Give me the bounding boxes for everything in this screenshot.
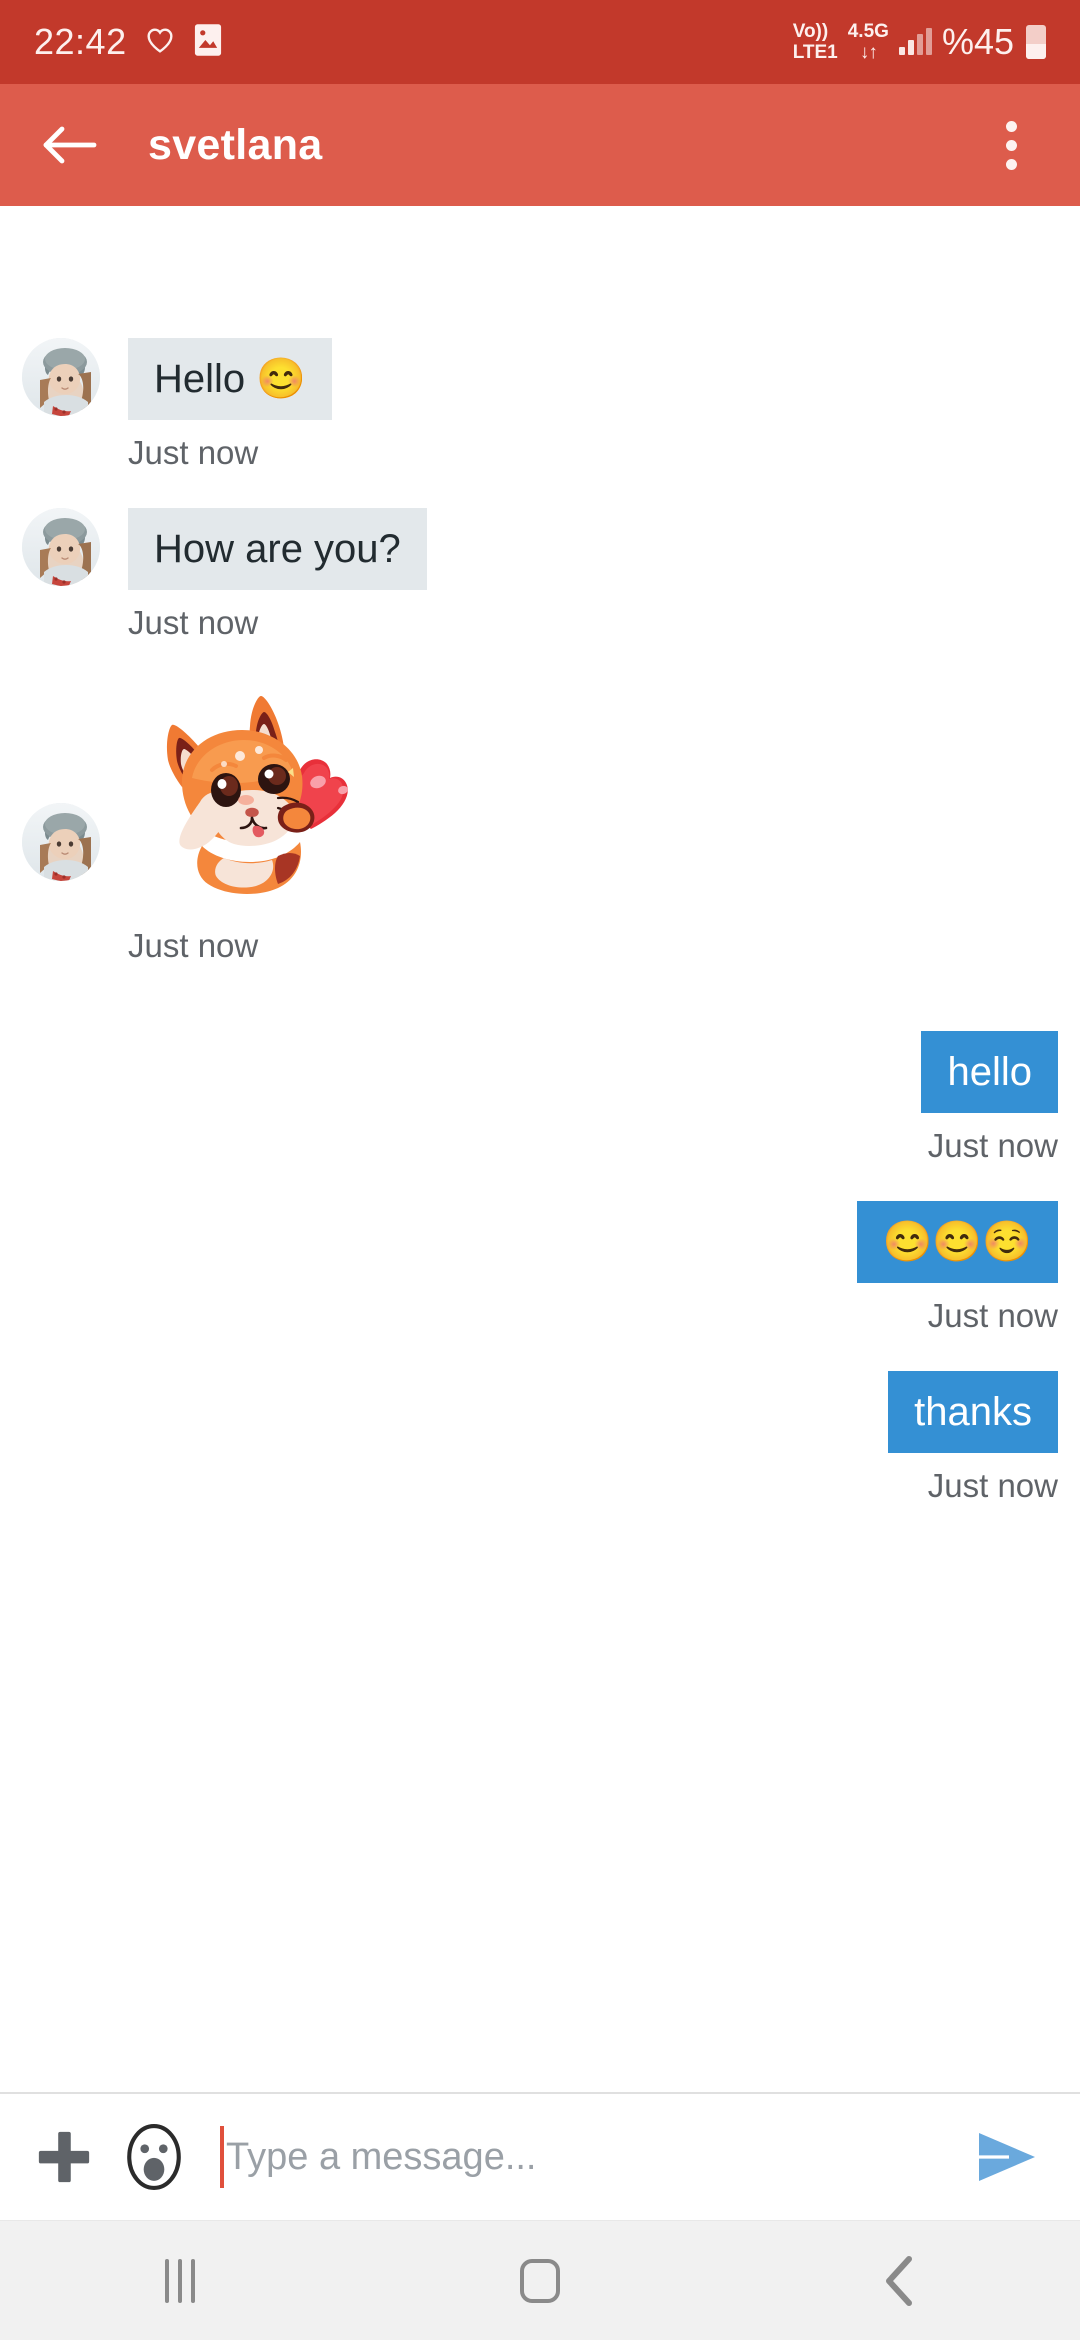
home-icon[interactable] [460,2221,620,2340]
network-indicator: 4.5G ↓↑ [848,22,889,62]
message-bubble[interactable]: 😊😊☺️ [856,1201,1058,1283]
message-content: hello Just now [921,1031,1058,1165]
message-content: thanks Just now [888,1371,1058,1505]
message-content: Just now [128,678,378,965]
message-input[interactable]: Type a message... [220,2119,964,2195]
message-bubble[interactable]: hello [921,1031,1058,1113]
message-timestamp: Just now [128,434,259,471]
message-bubble[interactable]: How are you? [128,508,427,590]
signal-strength-icon [898,28,932,55]
battery-percent-label: %45 [941,21,1014,62]
message-row[interactable]: Just now [22,678,1058,965]
avatar[interactable] [22,508,100,586]
message-content: How are you? Just now [128,508,427,642]
volte-indicator: Vo)) LTE1 [793,22,838,62]
volte-label-top: Vo)) [792,21,829,42]
status-bar-left: 22:42 [34,21,223,63]
status-clock: 22:42 [34,21,127,62]
send-button[interactable] [964,2112,1054,2202]
phone-screen: 22:42 Vo)) LTE1 4.5G ↓↑ %45 svetlana Hel… [0,0,1080,2340]
photo-icon [193,23,223,62]
data-arrows-icon: ↓↑ [859,42,878,63]
network-type-label: 4.5G [847,21,889,42]
message-content: 😊😊☺️ Just now [856,1201,1058,1335]
message-composer: Type a message... [0,2092,1080,2220]
message-bubble[interactable]: thanks [888,1371,1058,1453]
message-bubble[interactable]: Hello 😊 [128,338,333,420]
message-row[interactable]: hello Just now [22,1031,1058,1165]
message-timestamp: Just now [128,604,259,641]
avatar[interactable] [22,802,100,881]
text-cursor [220,2126,224,2188]
message-timestamp: Just now [927,1467,1058,1504]
plus-icon[interactable] [26,2119,102,2195]
message-row[interactable]: How are you? Just now [22,508,1058,642]
back-chevron-icon[interactable] [820,2221,980,2340]
status-bar-right: Vo)) LTE1 4.5G ↓↑ %45 [793,21,1046,63]
input-placeholder: Type a message... [226,2135,537,2178]
message-timestamp: Just now [128,927,259,964]
message-row[interactable]: thanks Just now [22,1371,1058,1505]
message-list[interactable]: Hello 😊 Just now How are you? Just now J… [0,206,1080,2092]
recents-icon[interactable] [100,2221,260,2340]
battery-icon [1026,25,1046,59]
message-timestamp: Just now [927,1297,1058,1334]
message-row[interactable]: 😊😊☺️ Just now [22,1201,1058,1335]
avatar[interactable] [22,338,100,416]
system-navigation-bar [0,2220,1080,2340]
message-content: Hello 😊 Just now [128,338,333,472]
app-bar: svetlana [0,84,1080,206]
heart-icon [143,24,177,61]
message-row[interactable]: Hello 😊 Just now [22,338,1058,472]
volte-label-bottom: LTE1 [792,42,838,63]
status-bar: 22:42 Vo)) LTE1 4.5G ↓↑ %45 [0,0,1080,84]
more-vertical-icon[interactable] [976,105,1046,185]
fox-with-heart-sticker[interactable] [128,678,378,903]
back-button[interactable] [34,109,106,181]
message-timestamp: Just now [927,1127,1058,1164]
page-title: svetlana [148,120,323,169]
emoji-face-icon[interactable] [116,2119,192,2195]
